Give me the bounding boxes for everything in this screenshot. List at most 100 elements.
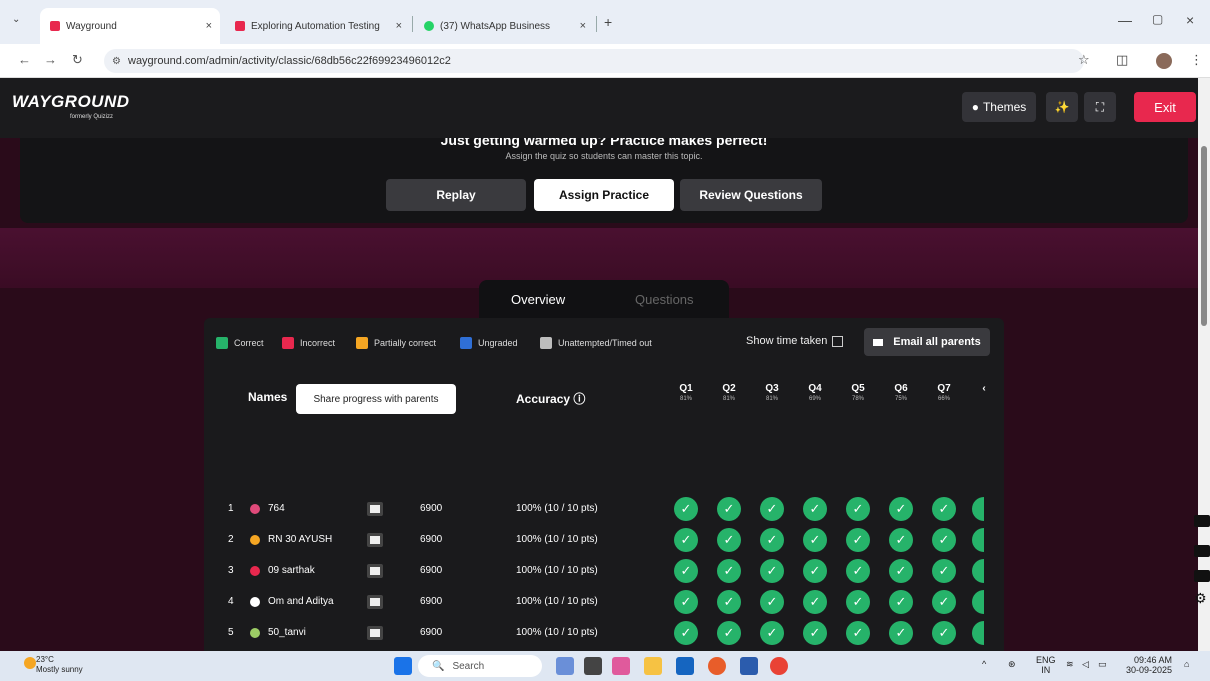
correct-check-icon[interactable]: ✓ (932, 590, 956, 614)
bookmark-star-icon[interactable]: ☆ (1078, 52, 1090, 68)
correct-check-icon[interactable]: ✓ (717, 621, 741, 645)
student-name[interactable]: 09 sarthak (268, 565, 315, 576)
correct-check-icon[interactable]: ✓ (803, 497, 827, 521)
firefox-icon[interactable] (708, 657, 726, 675)
camera-icon[interactable] (1194, 515, 1210, 527)
correct-check-icon[interactable]: ✓ (889, 497, 913, 521)
fullscreen-icon[interactable]: ⛶ (1084, 92, 1116, 122)
correct-check-icon[interactable]: ✓ (674, 559, 698, 583)
correct-check-icon[interactable]: ✓ (803, 528, 827, 552)
question-header-partial[interactable]: ‹ (974, 384, 994, 394)
correct-check-icon[interactable]: ✓ (889, 590, 913, 614)
question-header-2[interactable]: Q2 81% (719, 384, 739, 404)
minimize-button[interactable]: — (1118, 12, 1132, 28)
share-progress-mail-icon[interactable] (367, 533, 383, 547)
share-progress-mail-icon[interactable] (367, 564, 383, 578)
correct-check-icon[interactable]: ✓ (717, 559, 741, 583)
table-row[interactable]: 4 Om and Aditya 6900 100% (10 / 10 pts) ✓ ✓ ✓ ✓… (204, 590, 1004, 614)
question-header-7[interactable]: Q7 66% (934, 384, 954, 404)
share-progress-mail-icon[interactable] (367, 595, 383, 609)
correct-check-icon[interactable]: ✓ (932, 621, 956, 645)
correct-check-icon[interactable]: ✓ (760, 528, 784, 552)
question-header-6[interactable]: Q6 75% (891, 384, 911, 404)
store-icon[interactable] (676, 657, 694, 675)
volume-icon[interactable]: ◁ (1082, 659, 1089, 670)
weather-widget[interactable]: 23°C Mostly sunny (36, 655, 83, 675)
correct-check-icon[interactable]: ✓ (846, 590, 870, 614)
chrome-icon[interactable] (770, 657, 788, 675)
assign-practice-button[interactable]: Assign Practice (534, 179, 674, 211)
share-progress-mail-icon[interactable] (367, 502, 383, 516)
student-name[interactable]: Om and Aditya (268, 596, 334, 607)
correct-check-icon[interactable] (972, 528, 984, 552)
correct-check-icon[interactable]: ✓ (674, 528, 698, 552)
page-scrollbar[interactable] (1198, 78, 1210, 651)
reload-icon[interactable]: ↻ (72, 52, 83, 68)
file-explorer-icon[interactable] (644, 657, 662, 675)
table-row[interactable]: 3 09 sarthak 6900 100% (10 / 10 pts) ✓ ✓ ✓ ✓ ✓ ✓ ✓ (204, 559, 1004, 583)
correct-check-icon[interactable]: ✓ (760, 590, 784, 614)
maximize-button[interactable]: ▢ (1152, 12, 1163, 26)
profile-avatar[interactable] (1156, 53, 1172, 69)
notification-icon[interactable]: ⌂ (1184, 659, 1189, 669)
correct-check-icon[interactable]: ✓ (674, 590, 698, 614)
review-questions-button[interactable]: Review Questions (680, 179, 822, 211)
table-row[interactable]: 5 50_tanvi 6900 100% (10 / 10 pts) ✓ ✓ ✓ ✓ ✓ ✓ ✓ (204, 621, 1004, 645)
correct-check-icon[interactable] (972, 559, 984, 583)
site-info-icon[interactable]: ⚙ (112, 56, 121, 67)
correct-check-icon[interactable]: ✓ (803, 590, 827, 614)
show-time-toggle[interactable]: Show time taken (746, 335, 844, 347)
word-icon[interactable] (740, 657, 758, 675)
clock[interactable]: 09:46 AM 30-09-2025 (1126, 655, 1172, 675)
show-time-checkbox[interactable] (832, 335, 844, 347)
close-tab-icon[interactable]: × (206, 20, 212, 32)
tab-wayground[interactable]: Wayground × (40, 8, 220, 44)
close-tab-icon[interactable]: × (580, 20, 586, 32)
replay-button[interactable]: Replay (386, 179, 526, 211)
correct-check-icon[interactable]: ✓ (932, 497, 956, 521)
question-header-1[interactable]: Q1 81% (676, 384, 696, 404)
correct-check-icon[interactable] (972, 497, 984, 521)
new-tab-button[interactable]: + (604, 14, 612, 30)
correct-check-icon[interactable]: ✓ (717, 497, 741, 521)
tab-whatsapp[interactable]: (37) WhatsApp Business × (414, 8, 594, 44)
correct-check-icon[interactable]: ✓ (846, 528, 870, 552)
extensions-icon[interactable]: ◫ (1116, 52, 1128, 68)
correct-check-icon[interactable]: ✓ (846, 621, 870, 645)
student-name[interactable]: 50_tanvi (268, 627, 306, 638)
back-icon[interactable]: ← (18, 52, 31, 67)
question-header-4[interactable]: Q4 69% (805, 384, 825, 404)
student-name[interactable]: 764 (268, 503, 285, 514)
close-tab-icon[interactable]: × (396, 20, 402, 32)
tab-list-icon[interactable]: ⌄ (12, 14, 20, 25)
url-input[interactable]: ⚙ wayground.com/admin/activity/classic/6… (104, 49, 1084, 73)
tab-questions[interactable]: Questions (635, 292, 694, 307)
table-row[interactable]: 2 RN 30 AYUSH 6900 100% (10 / 10 pts) ✓ ✓ ✓ ✓ ✓ ✓… (204, 528, 1004, 552)
correct-check-icon[interactable]: ✓ (760, 621, 784, 645)
correct-check-icon[interactable]: ✓ (717, 590, 741, 614)
video-icon[interactable] (1194, 545, 1210, 557)
tray-app-icon[interactable]: ⊛ (1008, 659, 1016, 670)
correct-check-icon[interactable] (972, 590, 984, 614)
settings-gear-icon[interactable]: ⚙ (1194, 590, 1210, 606)
widgets-icon[interactable] (612, 657, 630, 675)
question-header-3[interactable]: Q3 81% (762, 384, 782, 404)
scrollbar-thumb[interactable] (1201, 146, 1207, 326)
exit-button[interactable]: Exit (1134, 92, 1196, 122)
effects-icon[interactable]: ✨ (1046, 92, 1078, 122)
windows-start-icon[interactable] (394, 657, 412, 675)
email-all-parents-button[interactable]: Email all parents (864, 328, 990, 356)
tab-overview[interactable]: Overview (511, 292, 565, 307)
correct-check-icon[interactable]: ✓ (889, 621, 913, 645)
language-indicator[interactable]: ENG IN (1036, 655, 1056, 675)
table-row[interactable]: 1 764 6900 100% (10 / 10 pts) ✓ ✓ ✓ ✓ ✓ ✓ ✓ (204, 497, 1004, 521)
battery-icon[interactable]: ▭ (1098, 659, 1107, 670)
wifi-icon[interactable]: ≋ (1066, 659, 1074, 670)
correct-check-icon[interactable]: ✓ (846, 497, 870, 521)
task-view-icon[interactable] (584, 657, 602, 675)
correct-check-icon[interactable]: ✓ (760, 497, 784, 521)
correct-check-icon[interactable]: ✓ (803, 621, 827, 645)
correct-check-icon[interactable] (972, 621, 984, 645)
themes-button[interactable]: ● Themes (962, 92, 1036, 122)
tray-chevron-icon[interactable]: ^ (982, 659, 986, 669)
